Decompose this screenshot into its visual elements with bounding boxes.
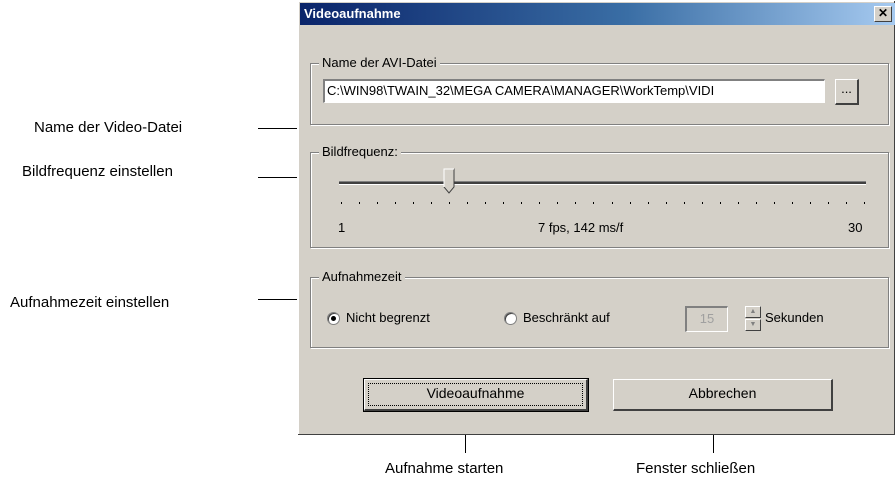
slider-tick [647,202,649,204]
video-capture-dialog: Videoaufnahme ✕ Name der AVI-Datei C:\WI… [297,0,895,435]
callout-start-recording: Aufnahme starten [385,460,504,477]
slider-tick [431,202,433,204]
seconds-unit-label: Sekunden [765,310,824,325]
recording-time-group-label: Aufnahmezeit [319,269,405,284]
slider-tick [557,202,559,204]
dialog-title: Videoaufnahme [304,6,401,21]
slider-tick [575,202,577,204]
slider-tick [791,202,793,204]
focus-rectangle [368,383,583,406]
callout-recording-time: Aufnahmezeit einstellen [10,294,170,311]
browse-button[interactable]: ... [835,79,859,105]
framerate-group-label: Bildfrequenz: [319,144,401,159]
callout-frame-rate: Bildfrequenz einstellen [22,163,173,180]
seconds-input[interactable]: 15 [685,306,728,332]
slider-tick [864,202,865,204]
slider-tick [449,202,451,204]
framerate-slider-track[interactable] [339,181,866,185]
slider-tick [719,202,721,204]
framerate-min-label: 1 [338,220,346,235]
slider-tick [665,202,667,204]
slider-tick [485,202,487,204]
slider-tick [809,202,811,204]
slider-tick [341,202,342,204]
slider-tick [377,202,379,204]
label-limited[interactable]: Beschränkt auf [523,310,610,325]
framerate-max-label: 30 [848,220,863,235]
framerate-slider-thumb[interactable] [443,168,455,194]
radio-limited[interactable] [504,312,517,325]
callout-close-window: Fenster schließen [636,460,756,477]
avi-file-path-input[interactable]: C:\WIN98\TWAIN_32\MEGA CAMERA\MANAGER\Wo… [323,79,825,103]
slider-tick [413,202,415,204]
title-bar[interactable]: Videoaufnahme ✕ [300,3,895,25]
label-unlimited[interactable]: Nicht begrenzt [346,310,430,325]
slider-tick [773,202,775,204]
slider-tick [593,202,595,204]
slider-tick [467,202,469,204]
slider-tick [845,202,847,204]
slider-tick [755,202,757,204]
callout-video-file-name: Name der Video-Datei [34,119,183,136]
slider-tick [683,202,685,204]
avi-file-group: Name der AVI-Datei C:\WIN98\TWAIN_32\MEG… [310,55,889,125]
slider-tick [395,202,397,204]
radio-selected-dot [331,316,336,321]
slider-tick [359,202,361,204]
slider-tick [539,202,541,204]
radio-unlimited[interactable] [327,312,340,325]
slider-tick [629,202,631,204]
avi-file-group-label: Name der AVI-Datei [319,55,440,70]
slider-tick [737,202,739,204]
close-icon[interactable]: ✕ [874,6,892,22]
spin-down-icon[interactable]: ▼ [745,319,761,331]
spin-up-icon[interactable]: ▲ [745,306,761,318]
slider-tick [701,202,703,204]
slider-tick [521,202,523,204]
framerate-current-label: 7 fps, 142 ms/f [538,220,624,235]
cancel-button[interactable]: Abbrechen [613,379,833,411]
slider-tick [827,202,829,204]
slider-tick [611,202,613,204]
cancel-button-label: Abbrechen [688,385,757,401]
record-button[interactable]: Videoaufnahme [363,378,589,412]
slider-tick [503,202,505,204]
